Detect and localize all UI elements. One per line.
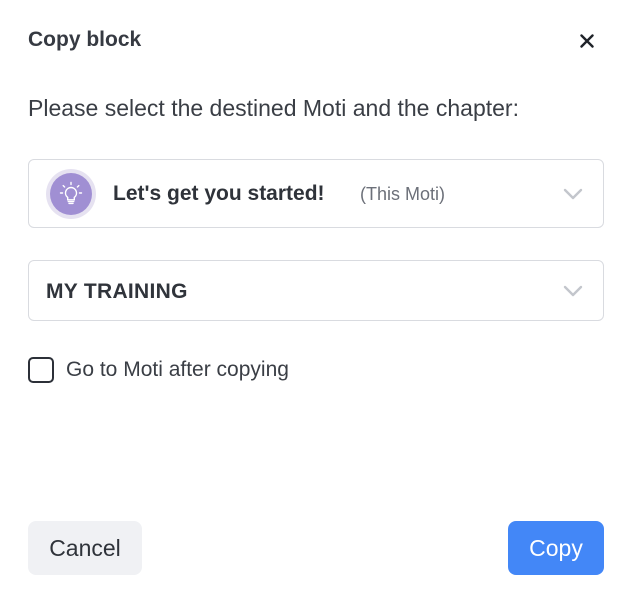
moti-select[interactable]: Let's get you started! (This Moti) — [28, 159, 604, 228]
this-moti-tag: (This Moti) — [360, 184, 445, 204]
go-to-moti-option[interactable]: Go to Moti after copying — [28, 357, 289, 383]
copy-block-dialog: Copy block Please select the destined Mo… — [0, 0, 628, 598]
close-button[interactable] — [574, 28, 600, 54]
cancel-button[interactable]: Cancel — [28, 521, 142, 575]
moti-avatar — [46, 169, 96, 219]
moti-name: Let's get you started! — [113, 182, 325, 205]
chevron-down-icon — [563, 285, 583, 296]
chevron-down-icon — [563, 188, 583, 199]
instruction-text: Please select the destined Moti and the … — [28, 95, 519, 121]
go-to-moti-checkbox[interactable] — [28, 357, 54, 383]
go-to-moti-label: Go to Moti after copying — [66, 358, 289, 381]
chapter-select[interactable]: MY TRAINING — [28, 260, 604, 321]
lightbulb-icon — [59, 181, 83, 205]
chapter-value: MY TRAINING — [46, 280, 188, 303]
dialog-title: Copy block — [28, 28, 142, 51]
close-icon — [580, 34, 594, 48]
copy-button[interactable]: Copy — [508, 521, 604, 575]
